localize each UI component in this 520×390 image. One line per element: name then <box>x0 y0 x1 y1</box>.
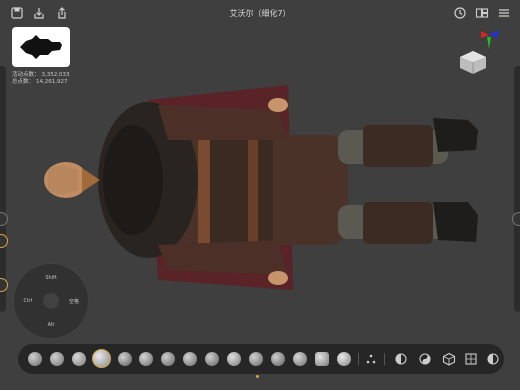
brush-standard-icon[interactable] <box>28 352 42 366</box>
brush-imm-icon[interactable] <box>315 352 329 366</box>
left-slider-rail[interactable] <box>0 66 6 312</box>
brush-clay-icon[interactable] <box>50 352 64 366</box>
layout-icon[interactable] <box>475 6 489 20</box>
ctrl-key[interactable]: Ctrl <box>16 298 40 304</box>
left-rail-button-active[interactable] <box>0 234 8 248</box>
silhouette-thumbnail[interactable] <box>12 27 70 67</box>
dock-divider <box>358 353 359 365</box>
left-rail-button[interactable] <box>0 212 8 226</box>
brush-flatten-icon[interactable] <box>205 352 219 366</box>
polygroup-icon[interactable] <box>418 352 432 366</box>
symmetry-icon[interactable] <box>486 352 500 366</box>
dock-divider <box>384 353 385 365</box>
brush-curve-icon[interactable] <box>337 352 351 366</box>
brush-dam-standard-icon[interactable] <box>118 352 132 366</box>
right-slider-rail[interactable] <box>514 66 520 312</box>
mask-icon[interactable] <box>394 352 408 366</box>
hide-icon[interactable] <box>442 352 456 366</box>
alt-key[interactable]: Alt <box>39 322 63 328</box>
transpose-icon[interactable] <box>364 352 378 366</box>
brush-trim-icon[interactable] <box>271 352 285 366</box>
history-icon[interactable] <box>453 6 467 20</box>
joystick-center[interactable] <box>43 293 59 309</box>
window-title: 艾沃尔（细化7） <box>229 9 291 18</box>
brush-smooth-icon-selected[interactable] <box>92 349 111 368</box>
menu-icon[interactable] <box>497 6 511 20</box>
frame-icon[interactable] <box>464 352 478 366</box>
brush-sphere-icon[interactable] <box>227 352 241 366</box>
brush-dock <box>18 344 504 374</box>
page-indicator-dot <box>256 375 259 378</box>
total-points-label: 总点数： <box>12 79 35 85</box>
active-points-label: 活动点数： <box>12 72 40 78</box>
brush-snake-hook-icon[interactable] <box>249 352 263 366</box>
left-rail-button-active[interactable] <box>0 278 8 292</box>
brush-pinch-icon[interactable] <box>183 352 197 366</box>
brush-inflate-icon[interactable] <box>161 352 175 366</box>
top-toolbar: 艾沃尔（细化7） <box>0 0 520 28</box>
space-key[interactable]: 空格 <box>62 298 86 305</box>
brush-planar-icon[interactable] <box>293 352 307 366</box>
character-model-viewport[interactable] <box>38 70 488 305</box>
shift-key[interactable]: Shift <box>39 275 63 281</box>
right-rail-button[interactable] <box>512 212 520 226</box>
brush-move-icon[interactable] <box>139 352 153 366</box>
modifier-joystick[interactable]: Shift Ctrl 空格 Alt <box>13 263 89 339</box>
brush-claybuildup-icon[interactable] <box>72 352 86 366</box>
